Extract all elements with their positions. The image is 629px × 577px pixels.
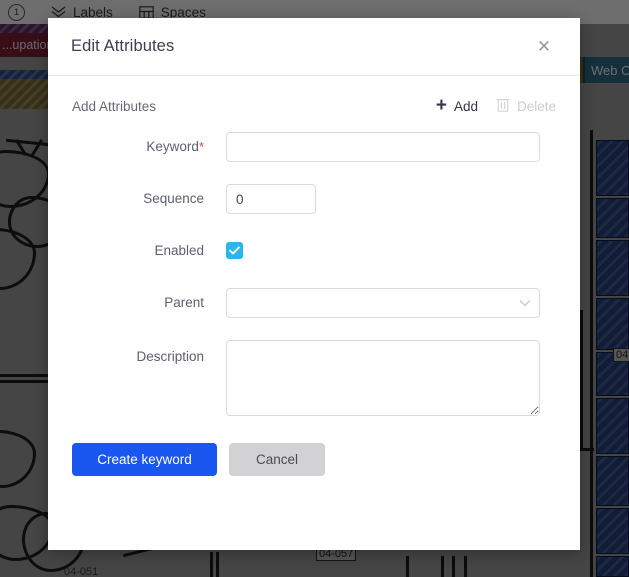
edit-attributes-dialog: Edit Attributes ✕ Add Attributes + Add D… xyxy=(48,18,580,550)
plus-icon: + xyxy=(435,94,447,116)
parent-select[interactable] xyxy=(226,288,540,318)
add-attribute-label: Add xyxy=(453,98,478,114)
field-row-parent: Parent xyxy=(72,288,556,318)
page-title: Edit Attributes xyxy=(71,37,175,55)
delete-attribute-label: Delete xyxy=(516,98,556,114)
field-row-enabled: Enabled xyxy=(72,236,556,266)
parent-select-wrapper xyxy=(226,288,540,318)
keyword-label-text: Keyword xyxy=(146,139,199,154)
dialog-body: Add Attributes + Add Delete Keyword* Seq… xyxy=(48,76,580,550)
close-icon[interactable]: ✕ xyxy=(532,35,556,59)
keyword-input[interactable] xyxy=(226,132,540,162)
enabled-label: Enabled xyxy=(154,243,204,258)
keyword-label: Keyword* xyxy=(72,132,226,162)
create-keyword-button[interactable]: Create keyword xyxy=(72,443,217,476)
attribute-form: Keyword* Sequence Enabled xyxy=(72,132,556,476)
description-textarea[interactable] xyxy=(226,340,540,416)
dialog-actions: Create keyword Cancel xyxy=(72,443,556,476)
trash-icon xyxy=(496,97,510,115)
field-row-sequence: Sequence xyxy=(72,184,556,214)
required-marker: * xyxy=(198,139,204,154)
parent-label: Parent xyxy=(164,295,204,310)
cancel-button[interactable]: Cancel xyxy=(229,443,325,476)
field-row-description: Description xyxy=(72,340,556,421)
add-attribute-button[interactable]: + Add xyxy=(435,94,478,116)
attributes-actions: + Add Delete xyxy=(435,94,556,116)
sequence-input[interactable] xyxy=(226,184,316,214)
sequence-label: Sequence xyxy=(143,191,204,206)
description-label: Description xyxy=(136,349,204,364)
delete-attribute-button[interactable]: Delete xyxy=(496,97,556,115)
dialog-header: Edit Attributes ✕ xyxy=(48,18,580,76)
enabled-checkbox[interactable] xyxy=(226,242,243,259)
attributes-section-title: Add Attributes xyxy=(72,98,157,114)
attributes-toolbar: Add Attributes + Add Delete xyxy=(72,76,556,128)
app-root: 04-051 04-057 04-... ...upation... xyxy=(0,0,629,577)
field-row-keyword: Keyword* xyxy=(72,132,556,162)
